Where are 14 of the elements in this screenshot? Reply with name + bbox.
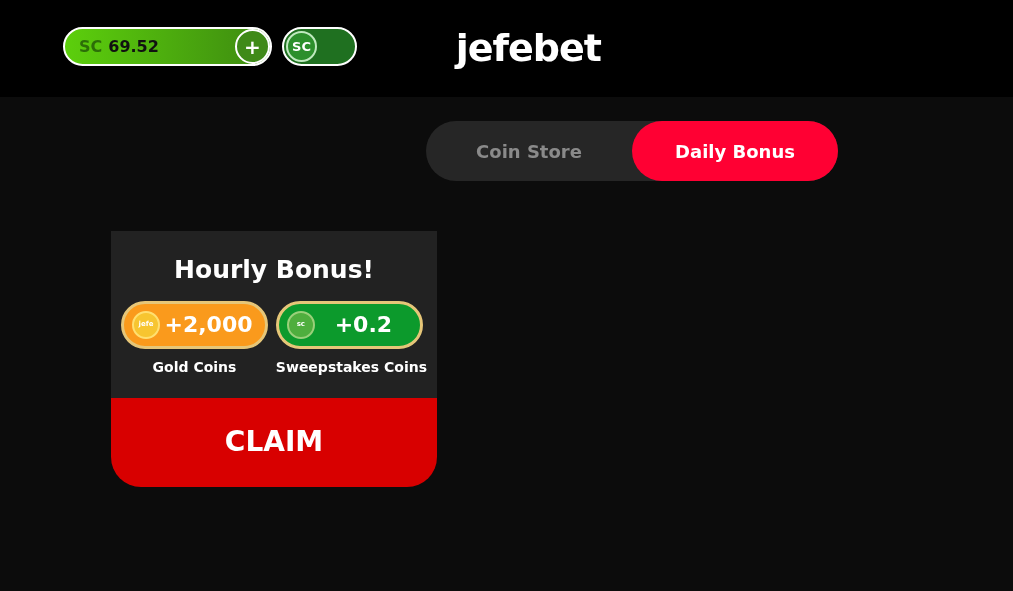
reward-label: Sweepstakes Coins xyxy=(275,357,427,377)
currency-label: SC xyxy=(79,35,103,58)
reward-amount: +2,000 xyxy=(163,311,254,339)
add-funds-button[interactable]: + xyxy=(235,29,270,64)
currency-toggle[interactable]: SC xyxy=(282,27,357,66)
tab[interactable]: Coin Store xyxy=(426,121,632,181)
logo[interactable]: jefebet xyxy=(455,20,601,77)
claim-button[interactable]: CLAIM xyxy=(111,397,437,487)
balance-amount: 69.52 xyxy=(108,35,159,58)
reward-label: Gold Coins xyxy=(151,357,238,377)
coin-icon: SC xyxy=(286,31,317,62)
reward-amount: +0.2 xyxy=(333,311,394,339)
tab[interactable]: Daily Bonus xyxy=(632,121,838,181)
card-title: Hourly Bonus! xyxy=(173,254,375,286)
